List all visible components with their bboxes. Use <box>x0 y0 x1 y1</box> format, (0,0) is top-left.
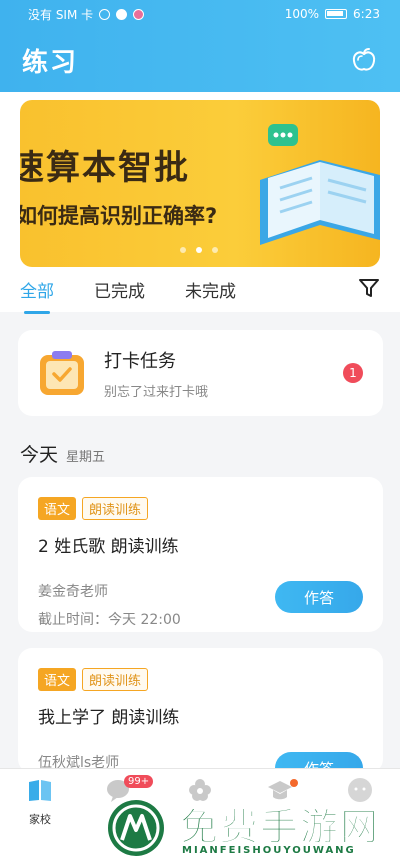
notification-dot <box>290 779 298 787</box>
watermark-subtext: MIANFEISHOUYOUWANG <box>182 845 356 856</box>
task-subtitle: 别忘了过来打卡哦 <box>104 384 209 400</box>
promo-banner[interactable]: 速算本智批 如何提高识别正确率? <box>20 100 380 267</box>
banner-pagination <box>180 247 218 253</box>
pagination-dot[interactable] <box>212 247 218 253</box>
app-notification-icon-2 <box>133 8 145 20</box>
nav-item-home-school[interactable]: 家校 <box>10 777 70 827</box>
tab-completed[interactable]: 已完成 <box>94 273 145 306</box>
filter-tabs: 全部 已完成 未完成 <box>0 267 400 314</box>
battery-icon <box>325 9 348 19</box>
watermark-text: 免费手游网 <box>179 805 381 850</box>
answer-button[interactable]: 作答 <box>275 581 363 613</box>
homework-title: 我上学了 朗读训练 <box>38 708 180 728</box>
type-tag: 朗读训练 <box>82 668 149 691</box>
book-icon <box>29 780 51 801</box>
type-tag: 朗读训练 <box>82 497 149 520</box>
subject-tag: 语文 <box>38 668 77 691</box>
date-label: 今天 <box>20 444 59 466</box>
tab-all[interactable]: 全部 <box>20 273 54 314</box>
homework-card[interactable]: 语文 朗读训练 2 姓氏歌 朗读训练 姜金奇老师 截止时间：今天 22:00 作… <box>18 477 383 632</box>
wifi-icon <box>99 8 111 20</box>
checkin-task-card[interactable]: 打卡任务 别忘了过来打卡哦 1 <box>18 330 383 416</box>
task-title: 打卡任务 <box>104 350 176 372</box>
task-count-badge: 1 <box>343 363 363 383</box>
weekday-label: 星期五 <box>66 450 106 465</box>
page-title: 练习 <box>22 47 79 78</box>
watermark-logo <box>108 800 164 856</box>
clock: 6:23 <box>353 7 380 21</box>
clipboard-check-icon <box>40 351 84 395</box>
status-bar: 没有 SIM 卡 100% 6:23 <box>0 0 400 28</box>
apple-icon[interactable] <box>350 46 378 74</box>
message-badge: 99+ <box>124 775 154 788</box>
carrier-text: 没有 SIM 卡 <box>28 7 94 22</box>
banner-section: 速算本智批 如何提高识别正确率? <box>0 92 400 267</box>
homework-title: 2 姓氏歌 朗读训练 <box>38 537 179 557</box>
app-notification-icon <box>116 8 128 20</box>
header-background: 没有 SIM 卡 100% 6:23 练习 <box>0 0 400 92</box>
homework-card[interactable]: 语文 朗读训练 我上学了 朗读训练 伍秋斌ls老师 作答 <box>18 648 383 773</box>
pagination-dot-active[interactable] <box>196 247 202 253</box>
nav-label-home-school: 家校 <box>29 813 51 826</box>
battery-percent: 100% <box>284 7 320 21</box>
subject-tag: 语文 <box>38 497 77 520</box>
app-header: 练习 <box>0 28 400 92</box>
banner-subheadline: 如何提高识别正确率? <box>20 204 218 228</box>
pagination-dot[interactable] <box>180 247 186 253</box>
tab-incomplete[interactable]: 未完成 <box>185 273 236 306</box>
filter-icon[interactable] <box>358 277 380 299</box>
open-book-illustration <box>260 124 380 245</box>
date-header: 今天 星期五 <box>20 440 105 467</box>
banner-headline: 速算本智批 <box>20 148 190 188</box>
